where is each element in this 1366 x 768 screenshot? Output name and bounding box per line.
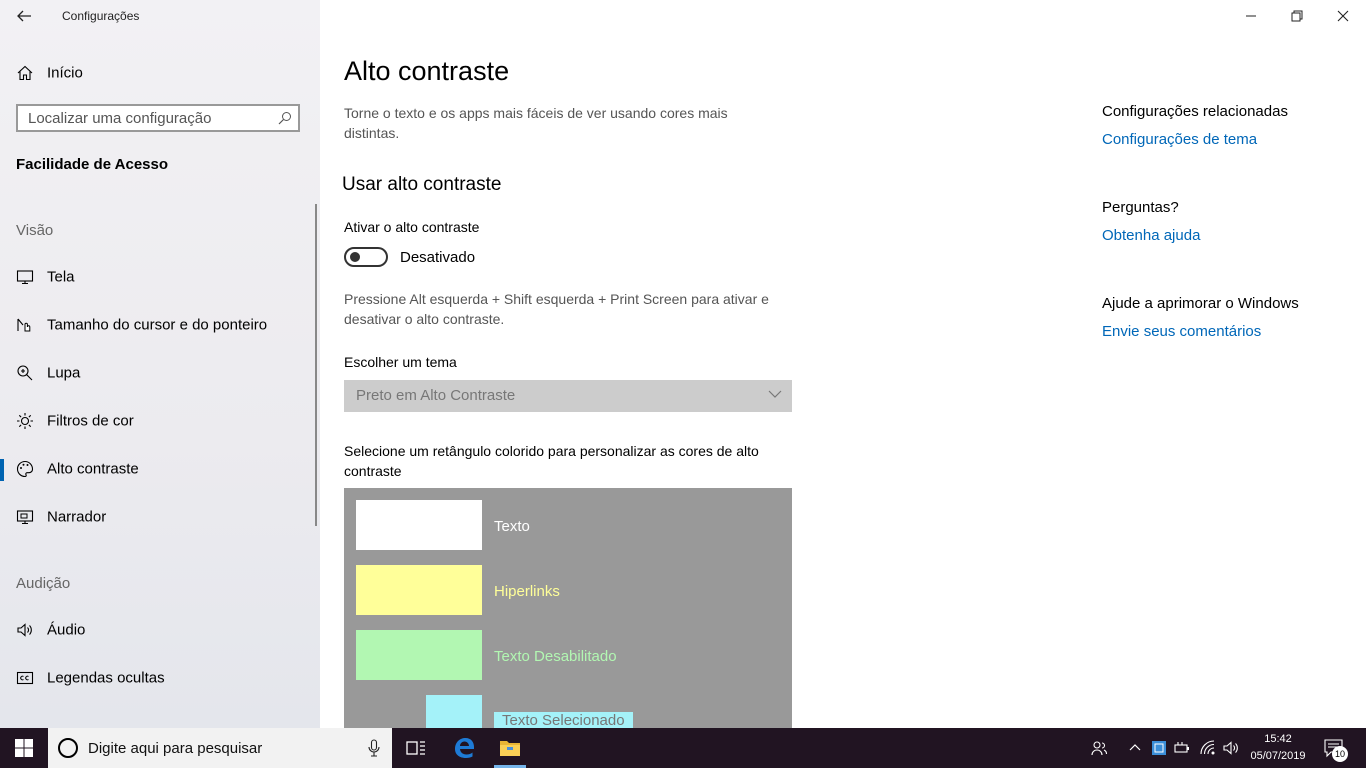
- sidebar-item-label: Áudio: [47, 621, 86, 639]
- taskbar: Digite aqui para pesquisar 15:42 05/07/2…: [0, 728, 1366, 768]
- swatch-selected-text[interactable]: [426, 695, 482, 728]
- search-input[interactable]: [18, 106, 268, 130]
- toggle-state: Desativado: [400, 249, 476, 266]
- toggle-label: Ativar o alto contraste: [344, 219, 480, 235]
- battery-icon[interactable]: [1173, 739, 1191, 757]
- microphone-icon[interactable]: [368, 739, 380, 757]
- close-button[interactable]: [1320, 0, 1366, 32]
- group-label-hearing: Audição: [16, 575, 71, 592]
- minimize-button[interactable]: [1228, 0, 1274, 32]
- cursor-icon: [16, 316, 34, 334]
- theme-value: Preto em Alto Contraste: [356, 387, 516, 404]
- get-help-link[interactable]: Obtenha ajuda: [1102, 227, 1200, 244]
- task-view-icon[interactable]: [392, 728, 440, 768]
- defender-icon[interactable]: [1150, 739, 1168, 757]
- home-icon: [16, 64, 34, 82]
- closed-captions-icon: [16, 669, 34, 687]
- questions-title: Perguntas?: [1102, 199, 1179, 216]
- sidebar-item-high-contrast[interactable]: Alto contraste: [0, 449, 320, 489]
- sidebar-item-cursor[interactable]: Tamanho do cursor e do ponteiro: [0, 305, 320, 345]
- theme-label: Escolher um tema: [344, 354, 457, 370]
- search-icon[interactable]: [278, 111, 292, 125]
- cortana-icon: [58, 738, 78, 758]
- sidebar-item-label: Início: [47, 64, 83, 82]
- sidebar-item-label: Legendas ocultas: [47, 669, 165, 687]
- sidebar-item-home[interactable]: Início: [0, 56, 320, 90]
- brightness-icon: [16, 412, 34, 430]
- section-title: Facilidade de Acesso: [16, 156, 169, 173]
- people-icon[interactable]: [1090, 739, 1108, 757]
- high-contrast-toggle[interactable]: [344, 247, 388, 267]
- related-settings-title: Configurações relacionadas: [1102, 103, 1288, 120]
- sidebar-item-label: Narrador: [47, 508, 107, 526]
- swatch-disabled-text[interactable]: [356, 630, 482, 680]
- edge-icon[interactable]: [440, 728, 488, 768]
- sidebar-scrollbar[interactable]: [315, 204, 317, 526]
- toggle-knob: [350, 252, 360, 262]
- windows-logo-icon: [15, 739, 33, 757]
- restore-button[interactable]: [1274, 0, 1320, 32]
- sidebar-item-audio[interactable]: Áudio: [0, 610, 320, 650]
- theme-settings-link[interactable]: Configurações de tema: [1102, 131, 1257, 148]
- sidebar: Configurações Início Facilidade de Acess…: [0, 0, 320, 728]
- sidebar-item-narrator[interactable]: Narrador: [0, 497, 320, 537]
- file-explorer-icon[interactable]: [486, 728, 534, 768]
- theme-dropdown[interactable]: Preto em Alto Contraste: [344, 380, 792, 412]
- swatch-selected-text-label: Texto Selecionado: [494, 712, 633, 728]
- taskbar-search-text: Digite aqui para pesquisar: [88, 740, 263, 757]
- wifi-icon[interactable]: [1199, 739, 1217, 757]
- chevron-up-icon[interactable]: [1126, 739, 1144, 757]
- volume-icon[interactable]: [1222, 739, 1240, 757]
- sidebar-item-label: Lupa: [47, 364, 81, 382]
- sidebar-item-display[interactable]: Tela: [0, 257, 320, 297]
- app-title: Configurações: [62, 9, 140, 23]
- sidebar-item-label: Tela: [47, 268, 75, 286]
- notification-count: 10: [1332, 746, 1348, 762]
- monitor-icon: [16, 268, 34, 286]
- clock-time: 15:42: [1264, 733, 1292, 745]
- speaker-icon: [16, 621, 34, 639]
- back-arrow-icon[interactable]: [12, 4, 36, 28]
- narrator-icon: [16, 508, 34, 526]
- swatch-text-label: Texto: [494, 518, 530, 535]
- section-heading: Usar alto contraste: [342, 174, 502, 195]
- start-button[interactable]: [0, 728, 48, 768]
- palette-icon: [16, 460, 34, 478]
- contrast-preview: Texto Hiperlinks Texto Desabilitado Text…: [344, 488, 792, 728]
- swatch-text[interactable]: [356, 500, 482, 550]
- customize-label: Selecione um retângulo colorido para per…: [344, 443, 759, 479]
- sidebar-item-label: Filtros de cor: [47, 412, 134, 430]
- sidebar-item-label: Alto contraste: [47, 460, 139, 478]
- sidebar-item-closed-captions[interactable]: Legendas ocultas: [0, 658, 320, 698]
- swatch-disabled-text-label: Texto Desabilitado: [494, 648, 617, 665]
- taskbar-search[interactable]: Digite aqui para pesquisar: [48, 728, 392, 768]
- shortcut-hint: Pressione Alt esquerda + Shift esquerda …: [344, 291, 769, 327]
- feedback-link[interactable]: Envie seus comentários: [1102, 323, 1261, 340]
- sidebar-item-label: Tamanho do cursor e do ponteiro: [47, 316, 268, 334]
- sidebar-item-magnifier[interactable]: Lupa: [0, 353, 320, 393]
- chevron-down-icon: [768, 387, 782, 401]
- sidebar-item-color-filters[interactable]: Filtros de cor: [0, 401, 320, 441]
- main-content: Alto contraste Torne o texto e os apps m…: [320, 0, 1366, 728]
- clock-date: 05/07/2019: [1250, 750, 1306, 762]
- page-description: Torne o texto e os apps mais fáceis de v…: [344, 105, 728, 141]
- page-title: Alto contraste: [344, 56, 510, 86]
- improve-windows-title: Ajude a aprimorar o Windows: [1102, 295, 1299, 312]
- system-clock[interactable]: 15:42 05/07/2019: [1243, 731, 1313, 765]
- group-label-vision: Visão: [16, 222, 54, 239]
- swatch-hyperlinks-label: Hiperlinks: [494, 583, 560, 600]
- magnifier-icon: [16, 364, 34, 382]
- search-box[interactable]: [16, 104, 300, 132]
- swatch-hyperlinks[interactable]: [356, 565, 482, 615]
